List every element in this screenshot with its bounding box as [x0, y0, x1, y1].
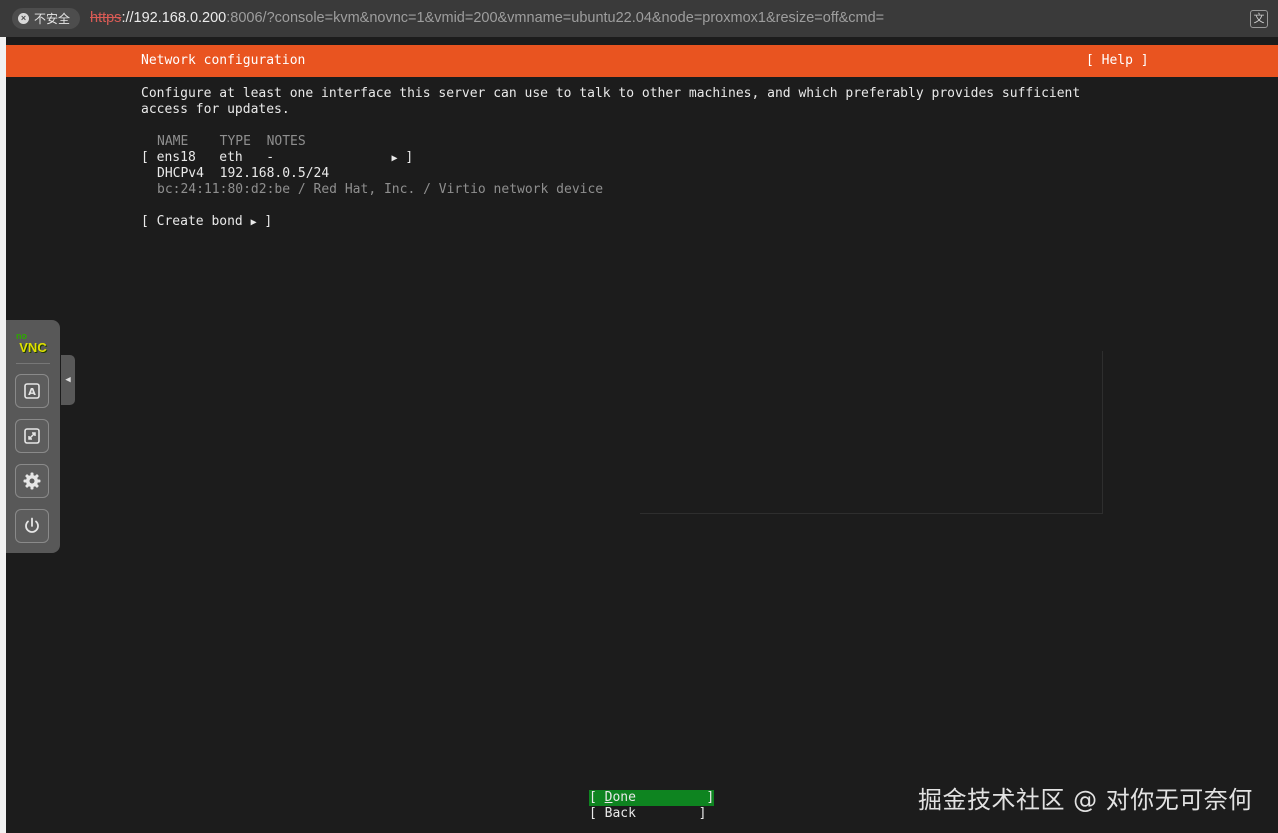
- done-button[interactable]: [ Done ]: [589, 790, 715, 806]
- scale-icon: [24, 428, 40, 444]
- interface-row-ens18[interactable]: [ ens18 eth - ▶ ]: [141, 150, 413, 167]
- back-button[interactable]: [ Back ]: [589, 806, 706, 822]
- intro-text-line2: access for updates.: [141, 102, 290, 117]
- interfaces-table-header: NAME TYPE NOTES: [157, 134, 306, 149]
- create-bond-button[interactable]: [ Create bond ▶ ]: [141, 214, 272, 231]
- gear-icon: [23, 472, 41, 490]
- translate-icon[interactable]: 文: [1250, 10, 1268, 28]
- url-rest: :8006/?console=kvm&novnc=1&vmid=200&vmna…: [226, 10, 885, 26]
- create-bond-label: [ Create bond: [141, 214, 251, 229]
- help-button[interactable]: [ Help ]: [1086, 53, 1149, 68]
- keyboard-icon: A: [24, 383, 40, 399]
- collapse-arrow-icon: ◀: [65, 375, 71, 385]
- iface-row-text: ens18 eth -: [156, 150, 392, 165]
- insecure-icon: ×: [18, 13, 29, 24]
- device-info: bc:24:11:80:d2:be / Red Hat, Inc. / Virt…: [157, 182, 604, 197]
- url-host: ://192.168.0.200: [121, 10, 227, 26]
- installer-header: Network configuration [ Help ]: [6, 45, 1278, 77]
- vnc-console[interactable]: Network configuration [ Help ] Configure…: [6, 37, 1278, 833]
- create-bond-close: ]: [256, 214, 273, 229]
- intro-text-line1: Configure at least one interface this se…: [141, 86, 1081, 101]
- page-title: Network configuration: [141, 53, 306, 68]
- iface-bracket-open: [: [141, 150, 149, 165]
- novnc-panel-toggle[interactable]: ◀: [61, 355, 75, 405]
- url-field[interactable]: https://192.168.0.200:8006/?console=kvm&…: [90, 10, 884, 26]
- scale-button[interactable]: [15, 419, 49, 453]
- url-scheme: https: [90, 10, 122, 26]
- keyboard-button[interactable]: A: [15, 374, 49, 408]
- power-icon: [25, 517, 39, 533]
- novnc-divider: [16, 363, 50, 364]
- settings-button[interactable]: [15, 464, 49, 498]
- iface-bracket-close: ]: [397, 150, 414, 165]
- security-indicator[interactable]: × 不安全: [12, 8, 81, 29]
- browser-address-bar: × 不安全 https://192.168.0.200:8006/?consol…: [0, 0, 1278, 38]
- security-label: 不安全: [34, 12, 71, 26]
- novnc-control-bar: no VNC A: [6, 320, 60, 553]
- svg-text:A: A: [28, 387, 36, 398]
- watermark: 掘金技术社区 @ 对你无可奈何: [918, 786, 1253, 814]
- power-button[interactable]: [15, 509, 49, 543]
- render-artifact: [640, 351, 1103, 514]
- dhcp-row: DHCPv4 192.168.0.5/24: [157, 166, 330, 181]
- novnc-logo: no VNC: [16, 331, 47, 355]
